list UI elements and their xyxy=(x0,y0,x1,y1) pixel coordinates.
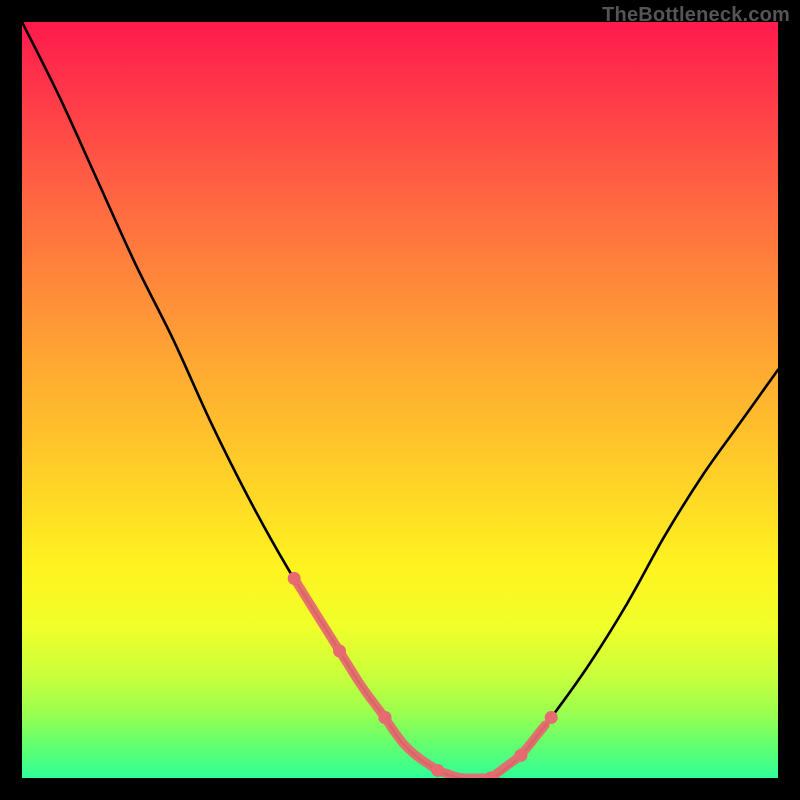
highlight-dot xyxy=(431,764,444,777)
highlight-dot xyxy=(288,572,301,585)
highlight-segment xyxy=(491,725,545,778)
highlight-dot xyxy=(378,711,391,724)
watermark-text: TheBottleneck.com xyxy=(602,4,790,27)
plot-area xyxy=(22,22,778,778)
highlight-dot xyxy=(333,644,346,657)
highlight-dot xyxy=(484,772,497,779)
chart-frame: TheBottleneck.com xyxy=(0,0,800,800)
highlight-dot xyxy=(484,772,497,779)
highlight-group xyxy=(288,572,558,778)
highlight-dot xyxy=(545,711,558,724)
highlight-segment xyxy=(294,578,385,717)
highlight-dot xyxy=(514,749,527,762)
bottleneck-curve xyxy=(22,22,778,778)
curve-svg xyxy=(22,22,778,778)
highlight-dot xyxy=(378,711,391,724)
highlight-segment xyxy=(385,718,485,778)
